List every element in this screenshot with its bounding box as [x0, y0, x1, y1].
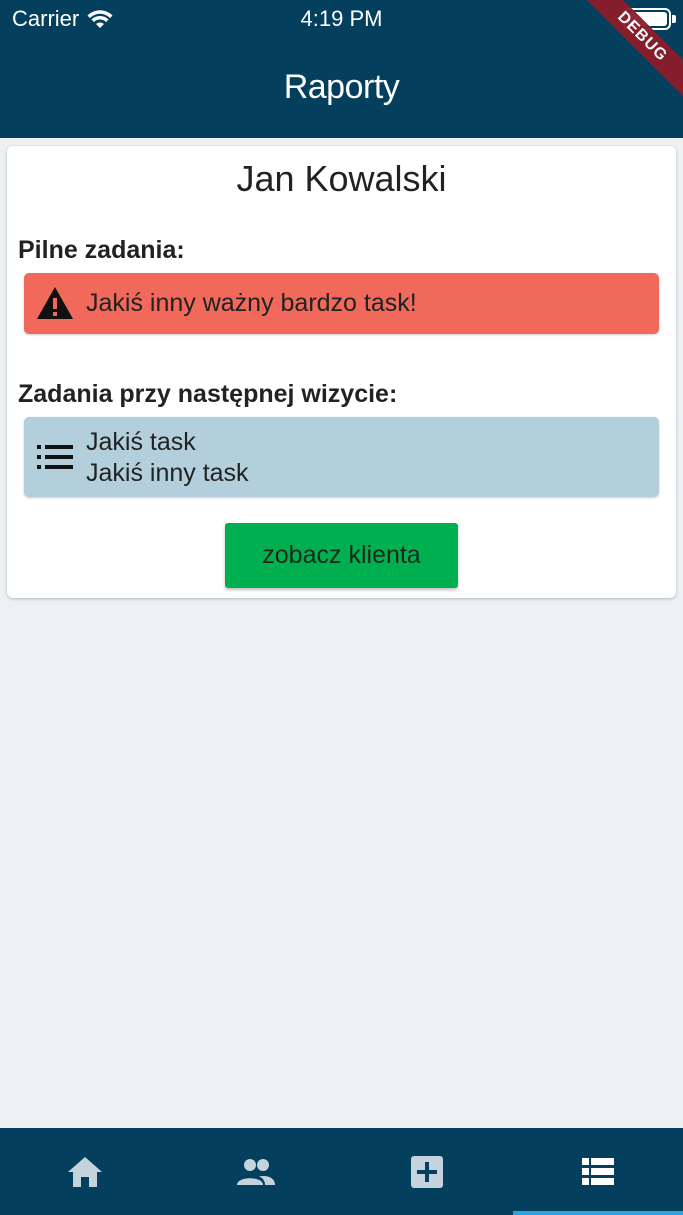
warning-icon: [37, 287, 73, 319]
task-line: Jakiś task: [86, 428, 196, 456]
page-title: Raporty: [283, 68, 400, 106]
nav-reports[interactable]: [513, 1128, 683, 1215]
nav-clients[interactable]: [171, 1128, 341, 1215]
list-view-icon: [582, 1157, 614, 1185]
people-icon: [237, 1158, 275, 1185]
nav-add[interactable]: [342, 1128, 512, 1215]
client-name: Jan Kowalski: [236, 158, 447, 199]
screen: Carrier 4:19 PM Raporty DEBUG Jan Kowals…: [0, 0, 683, 1215]
next-visit-label: Zadania przy następnej wizycie:: [18, 380, 398, 408]
home-icon: [68, 1156, 102, 1187]
bottom-navigation: [0, 1128, 683, 1215]
urgent-tasks-label: Pilne zadania:: [18, 236, 185, 264]
task-line: Jakiś inny task: [86, 459, 249, 487]
urgent-task-text: Jakiś inny ważny bardzo task!: [86, 289, 417, 317]
status-time: 4:19 PM: [300, 6, 383, 31]
active-tab-indicator: [513, 1211, 683, 1215]
report-card: Jan Kowalski Pilne zadania: Jakiś inny w…: [7, 146, 676, 598]
app-bar: Carrier 4:19 PM Raporty: [0, 0, 683, 138]
battery-tip: [672, 15, 676, 23]
next-visit-tasks: Jakiś task Jakiś inny task: [24, 417, 659, 497]
add-box-icon: [411, 1155, 443, 1188]
view-client-button[interactable]: zobacz klienta: [225, 523, 458, 588]
list-icon: [37, 445, 73, 469]
urgent-task-item: Jakiś inny ważny bardzo task!: [24, 273, 659, 334]
nav-home[interactable]: [0, 1128, 170, 1215]
